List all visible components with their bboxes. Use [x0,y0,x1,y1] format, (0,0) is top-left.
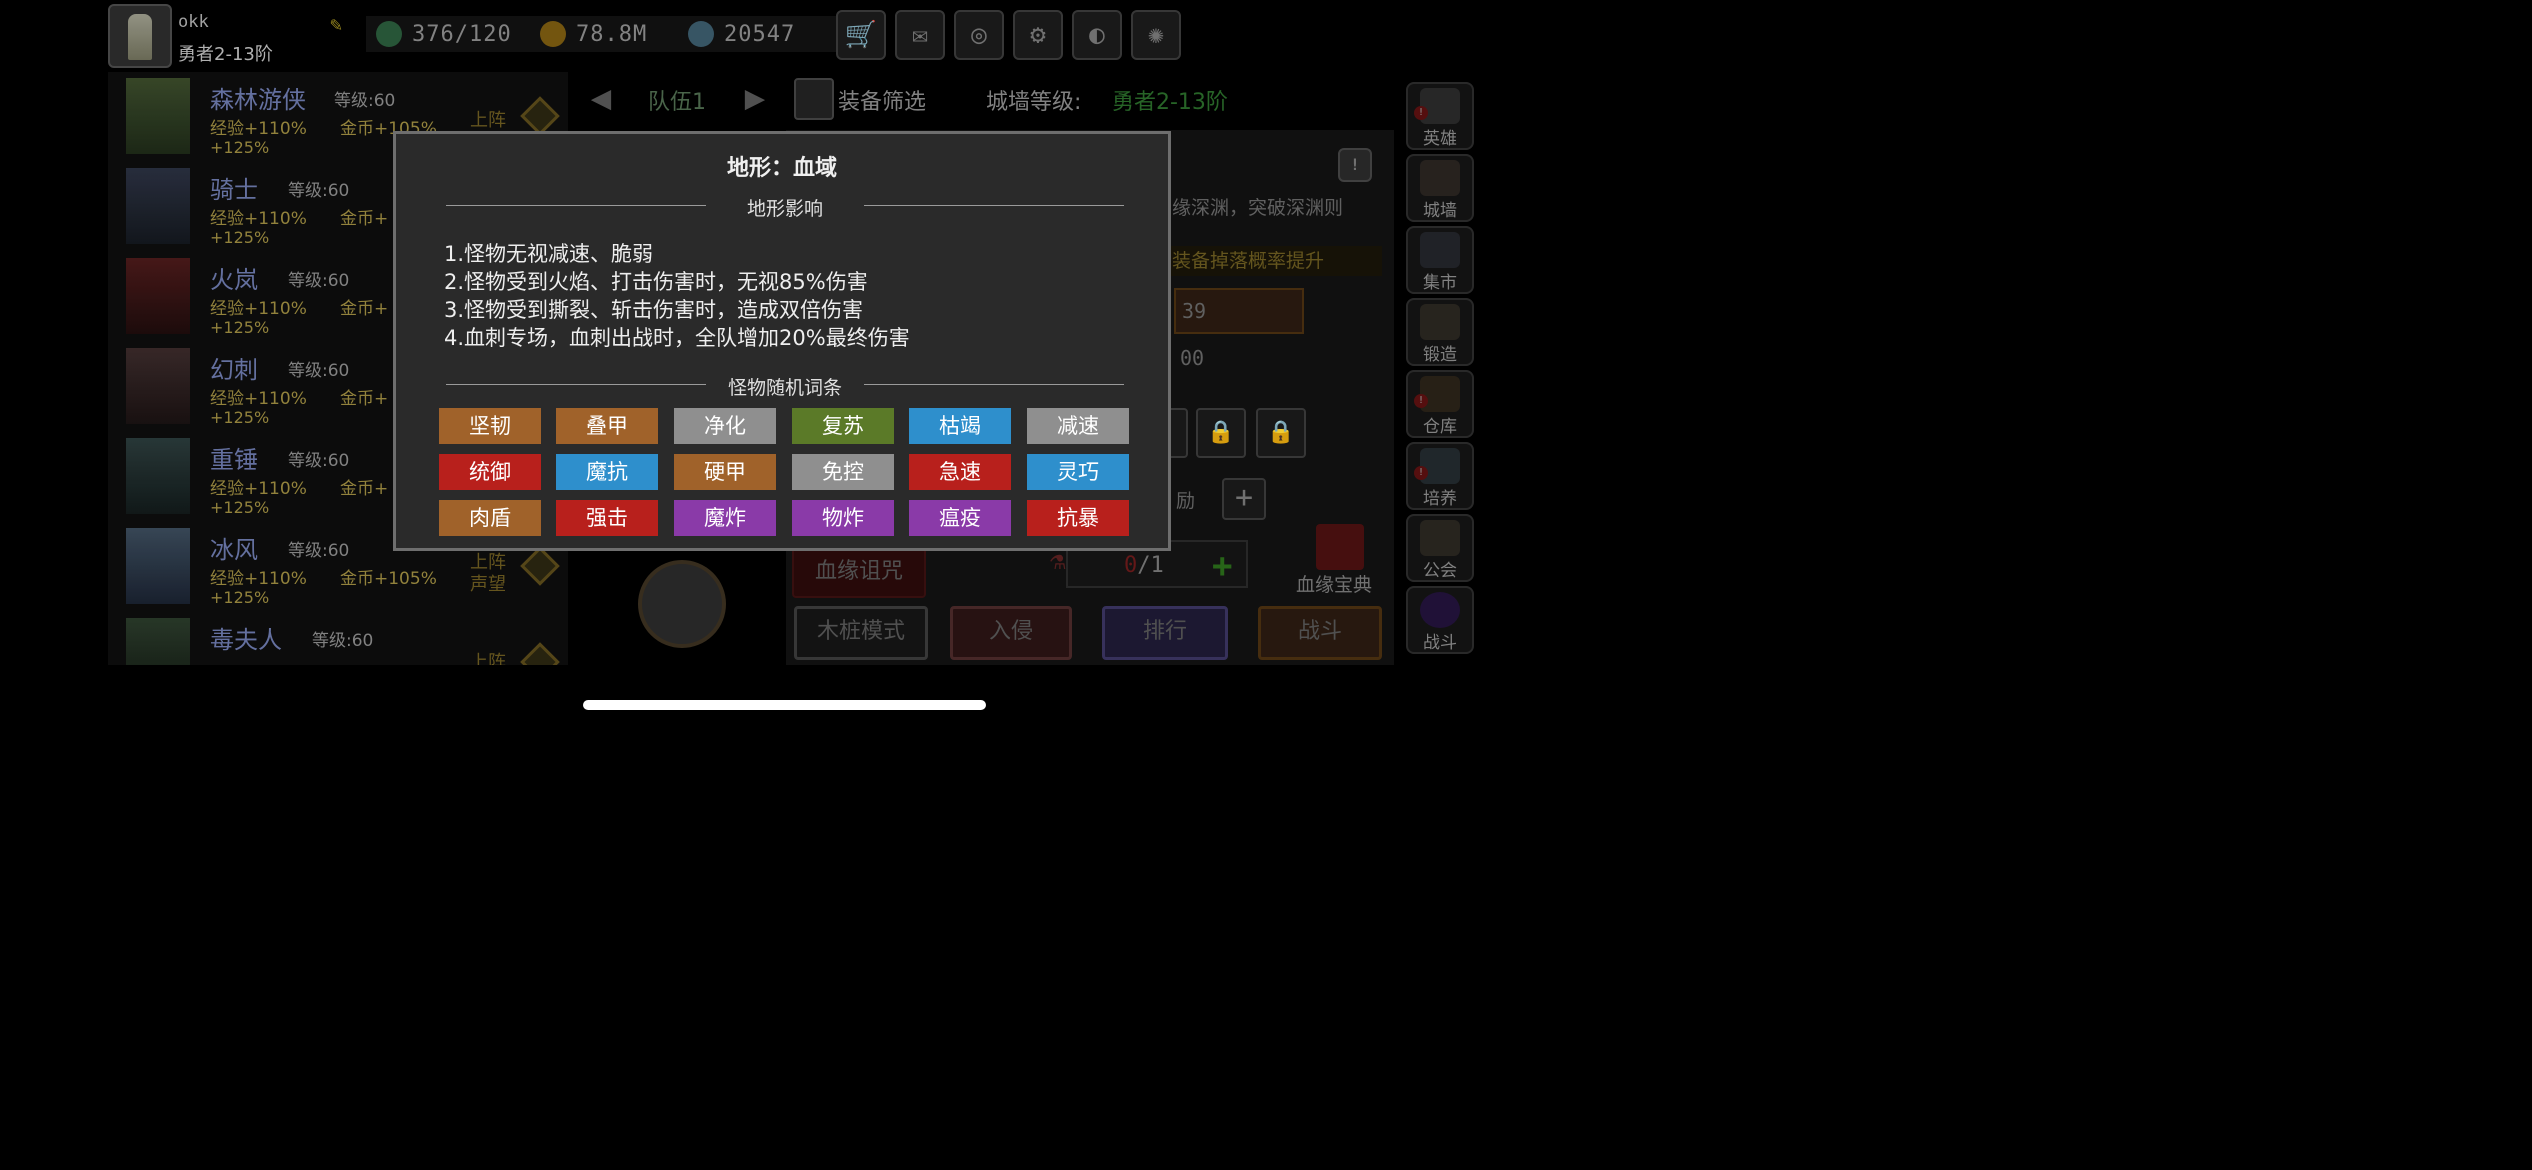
trait-tag: 免控 [792,454,894,490]
trait-tag: 叠甲 [556,408,658,444]
trait-tag: 物炸 [792,500,894,536]
trait-tag: 强击 [556,500,658,536]
trait-tag: 复苏 [792,408,894,444]
trait-tag: 急速 [909,454,1011,490]
trait-tag: 硬甲 [674,454,776,490]
trait-tag: 抗暴 [1027,500,1129,536]
trait-tag: 魔炸 [674,500,776,536]
trait-tag: 肉盾 [439,500,541,536]
effect-line: 4.血刺专场，血刺出战时，全队增加20%最终伤害 [444,326,910,350]
terrain-dialog[interactable]: 地形：血域 地形影响 1.怪物无视减速、脆弱 2.怪物受到火焰、打击伤害时，无视… [393,131,1171,551]
divider [446,384,706,385]
home-indicator[interactable] [583,700,986,710]
divider [446,205,706,206]
trait-tag: 减速 [1027,408,1129,444]
trait-tag: 魔抗 [556,454,658,490]
trait-tag: 净化 [674,408,776,444]
dialog-title: 地形：血域 [726,156,837,181]
trait-tag: 灵巧 [1027,454,1129,490]
trait-tag: 统御 [439,454,541,490]
trait-tag: 坚韧 [439,408,541,444]
divider [864,384,1124,385]
trait-tag: 枯竭 [909,408,1011,444]
terrain-effects: 1.怪物无视减速、脆弱 2.怪物受到火焰、打击伤害时，无视85%伤害 3.怪物受… [444,240,910,352]
effect-line: 2.怪物受到火焰、打击伤害时，无视85%伤害 [444,270,868,294]
effects-header: 地形影响 [746,198,823,220]
effect-line: 1.怪物无视减速、脆弱 [444,242,654,266]
divider [864,205,1124,206]
traits-header: 怪物随机词条 [727,377,842,399]
effect-line: 3.怪物受到撕裂、斩击伤害时，造成双倍伤害 [444,298,864,322]
trait-tag: 瘟疫 [909,500,1011,536]
